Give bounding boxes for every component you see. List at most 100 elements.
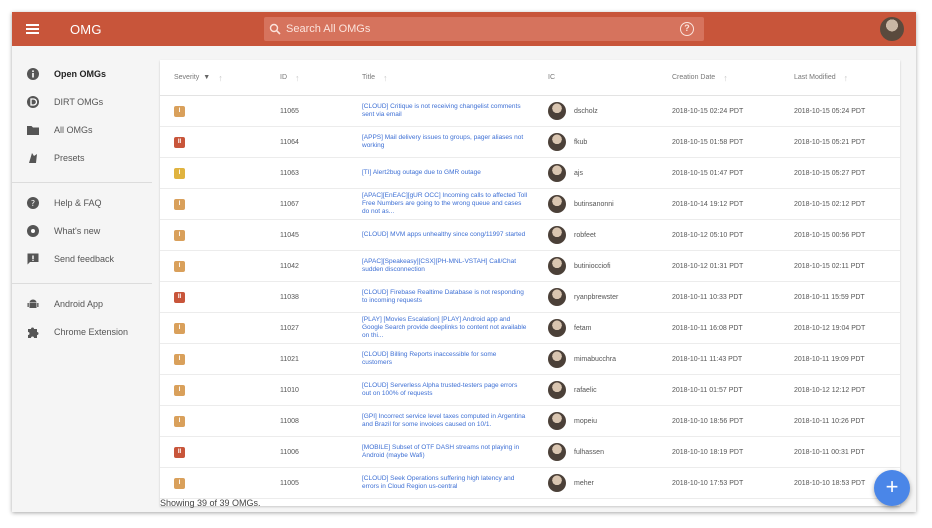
omg-title-link[interactable]: [MOBILE] Subset of OTF DASH streams not … bbox=[362, 444, 534, 460]
column-header-title[interactable]: Title ↑ bbox=[348, 73, 534, 83]
omg-title-link[interactable]: [APPS] Mail delivery issues to groups, p… bbox=[362, 134, 534, 150]
avatar[interactable] bbox=[548, 164, 566, 182]
username[interactable]: fetam bbox=[574, 325, 592, 332]
sidebar-item-presets[interactable]: Presets bbox=[12, 144, 152, 172]
column-header-id[interactable]: ID ↑ bbox=[270, 73, 348, 83]
omg-title-link[interactable]: [PLAY] [Movies Escalation] [PLAY] Androi… bbox=[362, 316, 534, 340]
username[interactable]: fulhassen bbox=[574, 449, 604, 456]
table-row[interactable]: I 11045 [CLOUD] MVM apps unhealthy since c… bbox=[160, 220, 900, 251]
table-row[interactable]: II 11064 [APPS] Mail delivery issues to gr… bbox=[160, 127, 900, 158]
sort-arrow-icon[interactable]: ↑ bbox=[723, 73, 728, 83]
table-row[interactable]: I 11010 [CLOUD] Serverless Alpha trusted-t… bbox=[160, 375, 900, 406]
username[interactable]: dscholz bbox=[574, 108, 598, 115]
search-bar[interactable]: ? bbox=[264, 17, 704, 41]
omg-title-link[interactable]: [CLOUD] Critique is not receiving change… bbox=[362, 103, 534, 119]
omg-title-link[interactable]: [CLOUD] Firebase Realtime Database is no… bbox=[362, 289, 534, 305]
creation-date-cell: 2018-10-12 05:10 PDT bbox=[672, 231, 744, 239]
table-row[interactable]: I 11005 [CLOUD] Seek Operations suffering … bbox=[160, 468, 900, 499]
sidebar-group-apps: Android App Chrome Extension bbox=[12, 290, 152, 346]
column-header-label: ID bbox=[280, 74, 287, 81]
table-row[interactable]: I 11021 [CLOUD] Billing Reports inaccessib… bbox=[160, 344, 900, 375]
add-omg-button[interactable]: + bbox=[874, 470, 910, 506]
omg-title-link[interactable]: [APAC][Speakeasy][CSX][PH-MNL-VSTAH] Cal… bbox=[362, 258, 534, 274]
omg-title-link[interactable]: [CLOUD] Serverless Alpha trusted-testers… bbox=[362, 382, 534, 398]
username[interactable]: meher bbox=[574, 480, 594, 487]
table-row[interactable]: I 11063 [TI] Alert2bug outage due to GMR o… bbox=[160, 158, 900, 189]
avatar[interactable] bbox=[548, 412, 566, 430]
ic-cell: fkub bbox=[534, 133, 658, 151]
table-row[interactable]: I 11067 [APAC][EnEAC][gUR OCC] Incoming ca… bbox=[160, 189, 900, 220]
sidebar-item-label: Help & FAQ bbox=[54, 198, 102, 208]
ic-cell: mimabucchra bbox=[534, 350, 658, 368]
title-cell: [CLOUD] Seek Operations suffering high l… bbox=[348, 475, 534, 491]
sidebar-item-help-faq[interactable]: ? Help & FAQ bbox=[12, 189, 152, 217]
sidebar-item-whats-new[interactable]: What's new bbox=[12, 217, 152, 245]
username[interactable]: mopeiu bbox=[574, 418, 597, 425]
omg-title-link[interactable]: [APAC][EnEAC][gUR OCC] Incoming calls to… bbox=[362, 192, 534, 216]
sort-arrow-icon[interactable]: ↑ bbox=[218, 73, 223, 83]
username[interactable]: ryanpbrewster bbox=[574, 294, 618, 301]
column-header-last-modified[interactable]: Last Modified ↑ bbox=[780, 73, 900, 83]
sidebar-item-send-feedback[interactable]: Send feedback bbox=[12, 245, 152, 273]
omg-title-link[interactable]: [CLOUD] Seek Operations suffering high l… bbox=[362, 475, 534, 491]
avatar[interactable] bbox=[548, 288, 566, 306]
sidebar-item-android-app[interactable]: Android App bbox=[12, 290, 152, 318]
sort-arrow-icon[interactable]: ↑ bbox=[383, 73, 388, 83]
info-icon bbox=[26, 67, 40, 81]
avatar[interactable] bbox=[548, 102, 566, 120]
omg-title-link[interactable]: [CLOUD] MVM apps unhealthy since cong/11… bbox=[362, 231, 534, 239]
column-header-severity[interactable]: Severity ▼ ↑ bbox=[160, 73, 270, 83]
table-row[interactable]: I 11042 [APAC][Speakeasy][CSX][PH-MNL-VSTA… bbox=[160, 251, 900, 282]
sidebar-item-open-omgs[interactable]: Open OMGs bbox=[12, 60, 152, 88]
avatar[interactable] bbox=[548, 350, 566, 368]
sidebar-item-chrome-extension[interactable]: Chrome Extension bbox=[12, 318, 152, 346]
table-row[interactable]: II 11006 [MOBILE] Subset of OTF DASH strea… bbox=[160, 437, 900, 468]
search-help-icon[interactable]: ? bbox=[680, 22, 694, 36]
column-header-ic[interactable]: IC bbox=[534, 74, 658, 81]
sidebar: Open OMGs DIRT OMGs All OMGs Presets ? H… bbox=[12, 46, 152, 512]
creation-date-cell: 2018-10-11 01:57 PDT bbox=[672, 386, 743, 394]
sort-arrow-icon[interactable]: ↑ bbox=[844, 73, 849, 83]
avatar[interactable] bbox=[548, 474, 566, 492]
severity-badge: I bbox=[174, 353, 185, 365]
username[interactable]: fkub bbox=[574, 139, 587, 146]
avatar[interactable] bbox=[548, 226, 566, 244]
search-input[interactable] bbox=[286, 23, 666, 35]
caret-down-icon[interactable]: ▼ bbox=[203, 74, 210, 81]
table-row[interactable]: I 11027 [PLAY] [Movies Escalation] [PLAY] … bbox=[160, 313, 900, 344]
avatar[interactable] bbox=[548, 381, 566, 399]
avatar[interactable] bbox=[548, 195, 566, 213]
omg-title-link[interactable]: [CLOUD] Billing Reports inaccessible for… bbox=[362, 351, 534, 367]
username[interactable]: robfeet bbox=[574, 232, 596, 239]
table-row[interactable]: I 11008 [GPI] Incorrect service level taxe… bbox=[160, 406, 900, 437]
username[interactable]: ajs bbox=[574, 170, 583, 177]
severity-badge: II bbox=[174, 136, 185, 148]
table-header: Severity ▼ ↑ ID ↑ Title ↑ IC Creation Da… bbox=[160, 60, 900, 96]
username[interactable]: butiniocciofi bbox=[574, 263, 611, 270]
user-avatar[interactable] bbox=[880, 17, 904, 41]
creation-date-cell: 2018-10-15 01:47 PDT bbox=[672, 169, 744, 177]
avatar[interactable] bbox=[548, 319, 566, 337]
table-row[interactable]: I 11065 [CLOUD] Critique is not receiving … bbox=[160, 96, 900, 127]
table-row[interactable]: II 11038 [CLOUD] Firebase Realtime Databas… bbox=[160, 282, 900, 313]
avatar[interactable] bbox=[548, 257, 566, 275]
id-cell: 11010 bbox=[280, 386, 299, 394]
puzzle-icon bbox=[26, 325, 40, 339]
avatar[interactable] bbox=[548, 443, 566, 461]
avatar[interactable] bbox=[548, 133, 566, 151]
severity-cell: I bbox=[160, 229, 270, 241]
username[interactable]: rafaelic bbox=[574, 387, 597, 394]
omg-title-link[interactable]: [GPI] Incorrect service level taxes comp… bbox=[362, 413, 534, 429]
menu-icon[interactable] bbox=[12, 12, 52, 46]
column-header-label: IC bbox=[548, 74, 555, 81]
sidebar-item-all-omgs[interactable]: All OMGs bbox=[12, 116, 152, 144]
username[interactable]: butinsanonni bbox=[574, 201, 614, 208]
presets-icon bbox=[26, 151, 40, 165]
omg-title-link[interactable]: [TI] Alert2bug outage due to GMR outage bbox=[362, 169, 534, 177]
sidebar-item-dirt-omgs[interactable]: DIRT OMGs bbox=[12, 88, 152, 116]
username[interactable]: mimabucchra bbox=[574, 356, 616, 363]
creation-date-cell: 2018-10-14 19:12 PDT bbox=[672, 200, 744, 208]
severity-cell: II bbox=[160, 136, 270, 148]
column-header-creation-date[interactable]: Creation Date ↑ bbox=[658, 73, 780, 83]
sort-arrow-icon[interactable]: ↑ bbox=[295, 73, 300, 83]
